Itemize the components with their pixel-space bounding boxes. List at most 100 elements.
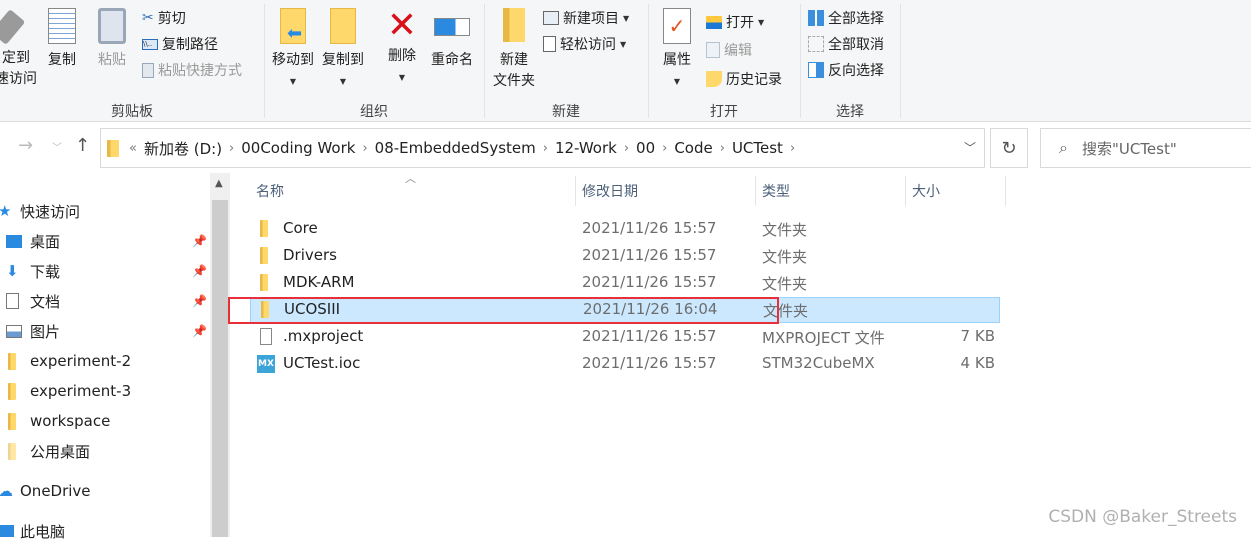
edit-button[interactable]: 编辑	[706, 40, 752, 60]
copy-to-label: 复制到	[322, 52, 364, 68]
nav-desktop[interactable]: 桌面	[6, 227, 60, 255]
open-button[interactable]: 打开 ▼	[706, 12, 764, 32]
column-divider[interactable]	[575, 176, 576, 206]
nav-folder[interactable]: experiment-3	[8, 377, 131, 405]
folder-icon	[8, 442, 16, 460]
breadcrumb-item[interactable]: 00	[629, 139, 662, 157]
file-row[interactable]: Drivers 2021/11/26 15:57 文件夹	[250, 243, 1000, 269]
recent-chevron-icon[interactable]: ﹀	[52, 139, 62, 154]
new-item-label: 新建项目	[563, 11, 619, 27]
nav-folder[interactable]: 公用桌面	[8, 437, 90, 465]
breadcrumb-item[interactable]: 08-EmbeddedSystem	[368, 139, 543, 157]
delete-button[interactable]: ✕ 删除 ▼	[382, 6, 422, 88]
nav-label: 文档	[30, 292, 61, 311]
forward-arrow-icon[interactable]: →	[18, 135, 33, 156]
address-bar[interactable]: « 新加卷 (D:) › 00Coding Work › 08-EmbeddedSy…	[100, 128, 985, 168]
column-header-name[interactable]: 名称	[256, 181, 284, 201]
chevron-right-icon[interactable]: ›	[790, 141, 795, 156]
download-icon: ⬇	[6, 262, 19, 280]
breadcrumb-item[interactable]: UCTest	[725, 139, 790, 157]
scrollbar-thumb[interactable]	[212, 200, 228, 537]
select-all-button[interactable]: 全部选择	[808, 8, 884, 28]
paste-shortcut-button[interactable]: 粘贴快捷方式	[142, 60, 242, 80]
pin-label-2: 速访问	[0, 71, 37, 87]
pin-icon[interactable]: 📌	[192, 294, 207, 308]
paste-button[interactable]: 粘贴	[92, 8, 132, 71]
nav-folder[interactable]: workspace	[8, 407, 110, 435]
dropdown-caret-icon: ▼	[673, 77, 681, 86]
invert-selection-icon	[808, 62, 824, 78]
nav-folder[interactable]: experiment-2	[8, 347, 131, 375]
up-arrow-icon[interactable]: ↑	[75, 135, 90, 156]
cut-button[interactable]: ✂ 剪切	[142, 8, 186, 28]
dropdown-caret-icon: ▼	[623, 13, 630, 23]
file-row[interactable]: MX UCTest.ioc 2021/11/26 15:57 STM32CubeMX 4…	[250, 351, 1000, 377]
nav-label: 公用桌面	[30, 442, 91, 461]
file-name: UCTest.ioc	[283, 354, 361, 372]
new-item-button[interactable]: 新建项目 ▼	[543, 8, 629, 28]
dropdown-caret-icon: ▼	[289, 77, 297, 86]
file-name: Drivers	[283, 246, 337, 264]
easy-access-button[interactable]: 轻松访问 ▼	[543, 34, 626, 54]
column-divider[interactable]	[755, 176, 756, 206]
nav-label: 快速访问	[20, 202, 81, 221]
nav-documents[interactable]: 文档	[6, 287, 60, 315]
dropdown-caret-icon: ▼	[398, 73, 406, 82]
history-button[interactable]: 历史记录	[706, 69, 782, 89]
scroll-up-icon[interactable]: ▲	[215, 178, 223, 189]
file-row[interactable]: MDK-ARM 2021/11/26 15:57 文件夹	[250, 270, 1000, 296]
pin-quick-access-button[interactable]: 定到 速访问	[0, 8, 38, 90]
move-folder-icon: ⬅	[280, 8, 306, 44]
nav-this-pc[interactable]: 此电脑	[0, 517, 65, 545]
scissors-icon: ✂	[142, 10, 154, 26]
search-input[interactable]: ⌕ 搜索"UCTest"	[1040, 128, 1251, 168]
document-icon	[6, 293, 19, 309]
rename-label: 重命名	[431, 52, 473, 68]
column-header-size[interactable]: 大小	[912, 181, 940, 201]
copy-to-button[interactable]: 复制到 ▼	[320, 8, 366, 92]
overflow-chevron-icon[interactable]: «	[129, 141, 137, 156]
invert-selection-button[interactable]: 反向选择	[808, 60, 884, 80]
select-none-button[interactable]: 全部取消	[808, 34, 884, 54]
properties-button[interactable]: ✓ 属性 ▼	[656, 8, 698, 92]
new-folder-button[interactable]: 新建 文件夹	[490, 8, 538, 92]
breadcrumb-item[interactable]: 新加卷 (D:)	[137, 138, 229, 159]
breadcrumb-item[interactable]: 12-Work	[548, 139, 624, 157]
pin-icon[interactable]: 📌	[192, 234, 207, 248]
file-size: 7 KB	[960, 327, 995, 345]
move-to-button[interactable]: ⬅ 移动到 ▼	[270, 8, 316, 92]
breadcrumb-item[interactable]: Code	[667, 139, 719, 157]
desktop-icon	[6, 234, 22, 248]
file-icon	[260, 328, 272, 345]
refresh-button[interactable]: ↻	[990, 128, 1028, 168]
nav-downloads[interactable]: ⬇ 下载	[6, 257, 60, 285]
pin-icon[interactable]: 📌	[192, 324, 207, 338]
file-row[interactable]: .mxproject 2021/11/26 15:57 MXPROJECT 文件 7 …	[250, 324, 1000, 350]
file-name: Core	[283, 219, 318, 237]
folder-icon	[107, 139, 119, 157]
nav-label: 图片	[30, 322, 61, 341]
copy-button[interactable]: 复制	[42, 8, 82, 71]
nav-label: workspace	[30, 412, 111, 430]
stm32cubemx-icon: MX	[257, 355, 275, 373]
folder-icon	[260, 220, 268, 237]
rename-button[interactable]: 重命名	[428, 8, 476, 71]
copy-folder-icon	[330, 8, 356, 44]
column-header-date[interactable]: 修改日期	[582, 181, 638, 201]
copy-path-button[interactable]: \\.. 复制路径	[142, 34, 218, 54]
file-row[interactable]: Core 2021/11/26 15:57 文件夹	[250, 216, 1000, 242]
file-name: .mxproject	[283, 327, 364, 345]
address-dropdown-icon[interactable]: ﹀	[964, 139, 976, 156]
history-icon	[706, 71, 722, 87]
column-divider[interactable]	[905, 176, 906, 206]
column-header-type[interactable]: 类型	[762, 181, 790, 201]
select-none-icon	[808, 36, 824, 52]
nav-pictures[interactable]: 图片	[6, 317, 60, 345]
breadcrumb-item[interactable]: 00Coding Work	[234, 139, 362, 157]
nav-quick-access[interactable]: ★ 快速访问	[0, 197, 80, 225]
open-label: 打开	[726, 15, 754, 31]
new-group-label: 新建	[552, 104, 580, 120]
nav-onedrive[interactable]: ☁ OneDrive	[0, 477, 91, 505]
column-divider[interactable]	[1005, 176, 1006, 206]
pin-icon[interactable]: 📌	[192, 264, 207, 278]
